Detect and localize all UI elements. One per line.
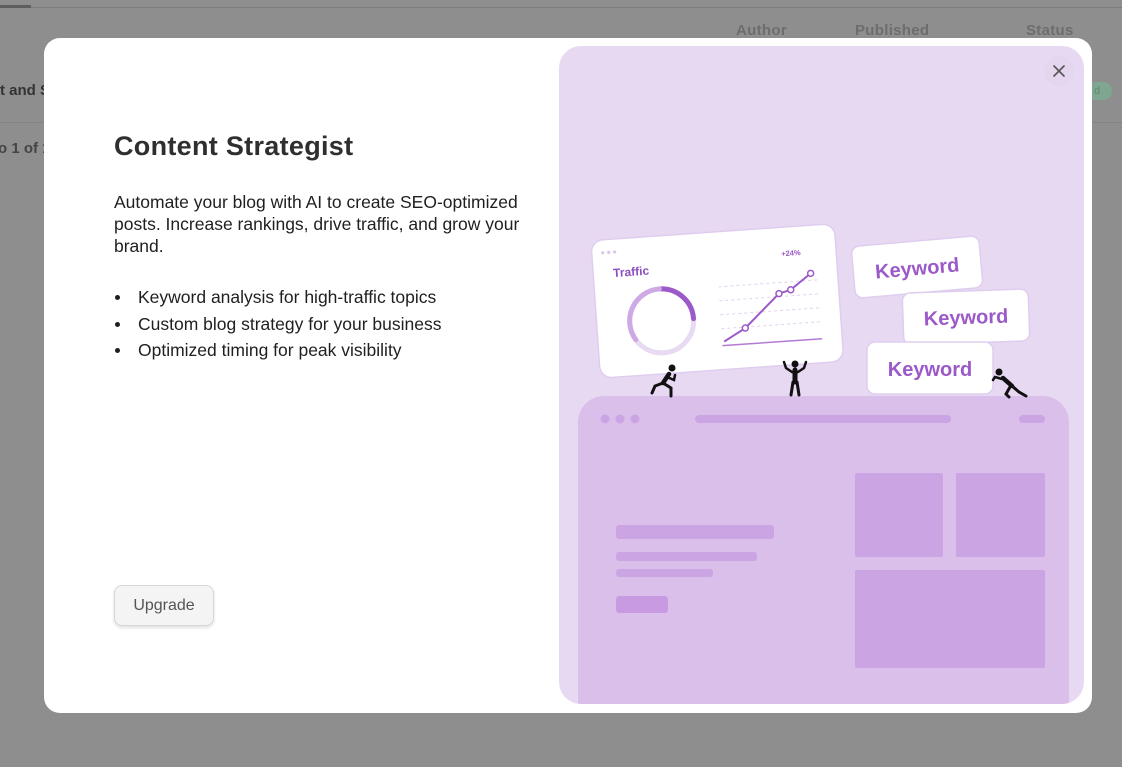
feature-list: Keyword analysis for high-traffic topics… (114, 284, 441, 364)
browser-window-illustration (578, 396, 1069, 704)
close-icon (1053, 65, 1065, 77)
modal-content: Content Strategist Automate your blog wi… (114, 38, 534, 713)
close-button[interactable] (1044, 56, 1074, 86)
keyword-card-illustration: Keyword (850, 235, 984, 299)
column-header-published: Published (855, 22, 930, 39)
keyword-label: Keyword (888, 359, 972, 381)
traffic-card-title: Traffic (613, 264, 650, 281)
modal-description: Automate your blog with AI to create SEO… (114, 192, 520, 256)
upgrade-modal: Content Strategist Automate your blog wi… (44, 38, 1092, 713)
feature-item: Custom blog strategy for your business (114, 311, 441, 338)
illustration-panel: Traffic +24% Keyword Keyword Keyword (559, 46, 1084, 704)
upgrade-button[interactable]: Upgrade (114, 585, 214, 626)
bullet-icon (115, 321, 120, 327)
keyword-card-illustration: Keyword (901, 288, 1031, 346)
feature-item: Keyword analysis for high-traffic topics (114, 284, 441, 311)
column-header-author: Author (736, 22, 787, 39)
keyword-card-illustration: Keyword (866, 341, 994, 395)
background-active-tab-indicator (0, 5, 31, 8)
bullet-icon (115, 295, 120, 300)
background-pagination: o 1 of 1 (0, 140, 51, 157)
keyword-label: Keyword (923, 306, 1008, 331)
feature-item: Optimized timing for peak visibility (114, 337, 441, 364)
modal-title: Content Strategist (114, 131, 354, 161)
bullet-icon (115, 348, 120, 353)
background-top-divider (0, 7, 1122, 8)
column-header-status: Status (1026, 22, 1074, 39)
person-pushing-icon (991, 368, 1028, 399)
traffic-card-illustration (590, 223, 844, 379)
seo-illustration: Traffic +24% Keyword Keyword Keyword (578, 223, 1069, 704)
background-row-title: t and S (0, 82, 51, 99)
traffic-card-badge: +24% (781, 248, 801, 258)
